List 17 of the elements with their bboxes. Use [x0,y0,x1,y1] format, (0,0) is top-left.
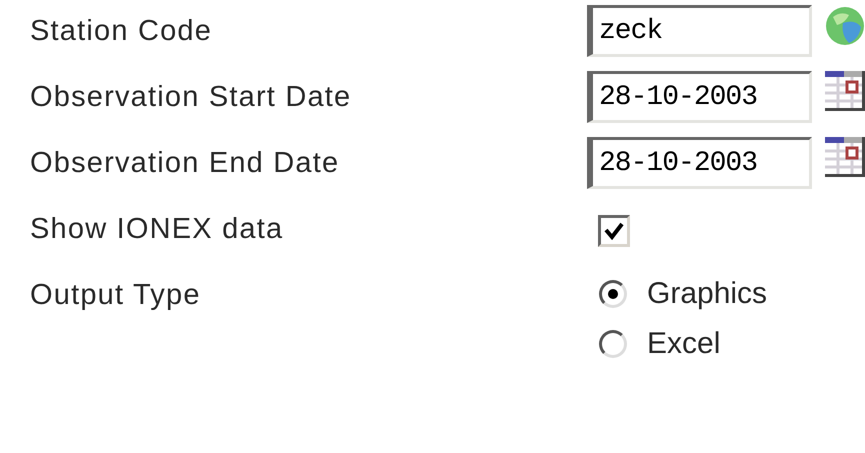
globe-icon[interactable] [825,5,865,47]
checkbox[interactable] [598,215,630,247]
calendar-icon[interactable] [825,137,865,177]
radio-label[interactable]: Graphics [647,277,768,311]
input-field[interactable]: zeck [587,5,812,57]
calendar-icon[interactable] [825,71,865,111]
radio-label[interactable]: Excel [647,327,720,361]
field-label: Show IONEX data [29,212,284,247]
date-field[interactable]: 28-10-2003 [587,71,812,123]
radio-button[interactable] [599,280,627,308]
field-label: Output Type [29,278,202,313]
field-label: Station Code [29,14,214,49]
field-label: Observation Start Date [29,80,352,115]
date-field[interactable]: 28-10-2003 [587,137,812,189]
field-label: Observation End Date [29,146,340,181]
radio-button[interactable] [599,330,627,358]
checkmark-icon [604,222,624,240]
